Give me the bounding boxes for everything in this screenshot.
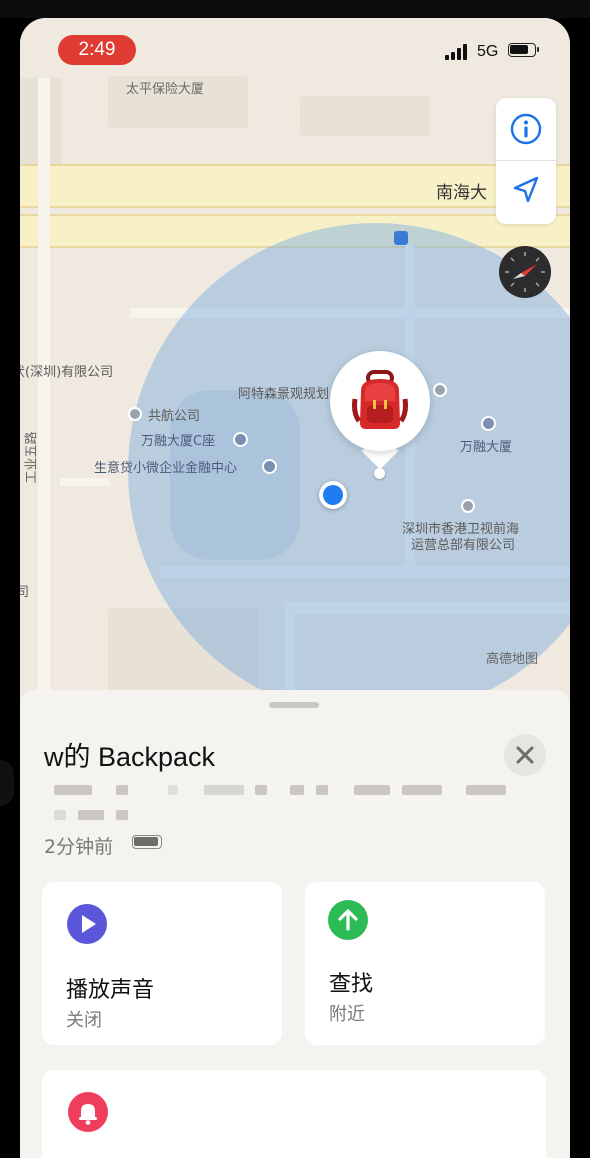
poi-marker	[128, 407, 142, 421]
info-icon[interactable]	[509, 112, 543, 146]
top-edge	[0, 0, 590, 18]
map-controls	[496, 98, 556, 224]
map-label-road: 南海大	[436, 183, 487, 203]
building-icon	[481, 416, 496, 431]
item-detail-sheet: w的 Backpack 2分钟前 播放声音 关闭 查找 附近	[20, 690, 570, 1158]
find-card[interactable]: 查找 附近	[305, 882, 545, 1045]
building-icon	[262, 459, 277, 474]
backpack-icon	[351, 369, 409, 431]
main-road	[20, 164, 570, 208]
close-button[interactable]	[504, 734, 546, 776]
play-sound-status: 关闭	[66, 1010, 102, 1031]
notify-card[interactable]: 通知	[42, 1070, 546, 1158]
item-title: w的 Backpack	[44, 742, 216, 772]
play-sound-card[interactable]: 播放声音 关闭	[42, 882, 282, 1045]
item-battery-icon	[132, 835, 162, 849]
building-icon	[233, 432, 248, 447]
map[interactable]: 太平保险大厦 南海大 伏(深圳)有限公司 工业五路 司 共航公司 万融大厦C座 …	[20, 18, 570, 718]
phone-screen: 太平保险大厦 南海大 伏(深圳)有限公司 工业五路 司 共航公司 万融大厦C座 …	[20, 18, 570, 1158]
play-sound-title: 播放声音	[66, 978, 155, 1003]
map-label: 太平保险大厦	[126, 82, 205, 97]
location-arrow-icon[interactable]	[510, 174, 542, 206]
map-label-poi: 生意贷小微企业金融中心	[94, 461, 238, 476]
map-label: 运营总部有限公司	[411, 538, 516, 553]
find-title: 查找	[329, 972, 374, 997]
map-label-poi: 共航公司	[148, 409, 201, 424]
map-label-poi: 阿特森景观规划	[238, 387, 330, 402]
divider	[496, 160, 556, 161]
play-icon	[67, 904, 107, 944]
bell-icon	[68, 1092, 108, 1132]
road	[38, 78, 50, 718]
find-subtitle: 附近	[329, 1004, 365, 1025]
sheet-grabber[interactable]	[269, 702, 319, 708]
map-label-road: 工业五路	[24, 431, 40, 484]
compass-icon[interactable]	[499, 246, 551, 298]
network-type: 5G	[477, 43, 499, 60]
edge-handle	[0, 760, 14, 806]
arrow-up-icon	[328, 900, 368, 940]
status-time: 2:49	[58, 35, 136, 65]
bus-stop-icon	[394, 231, 408, 245]
map-attribution: 高德地图	[486, 652, 539, 667]
current-location-dot	[319, 481, 347, 509]
poi-marker	[461, 499, 475, 513]
map-label: 司	[20, 585, 30, 600]
last-seen-time: 2分钟前	[44, 836, 114, 858]
map-label-poi: 万融大厦C座	[141, 434, 216, 449]
map-label: 伏(深圳)有限公司	[20, 365, 114, 380]
signal-icon	[445, 44, 469, 64]
pin-anchor	[374, 468, 385, 479]
screen: 太平保险大厦 南海大 伏(深圳)有限公司 工业五路 司 共航公司 万融大厦C座 …	[0, 0, 590, 1158]
map-label-poi: 万融大厦	[460, 440, 513, 455]
battery-icon	[508, 43, 539, 57]
poi-marker	[433, 383, 447, 397]
close-icon	[516, 746, 534, 764]
map-block	[300, 96, 430, 136]
address-redacted	[50, 780, 530, 830]
road	[60, 478, 110, 486]
